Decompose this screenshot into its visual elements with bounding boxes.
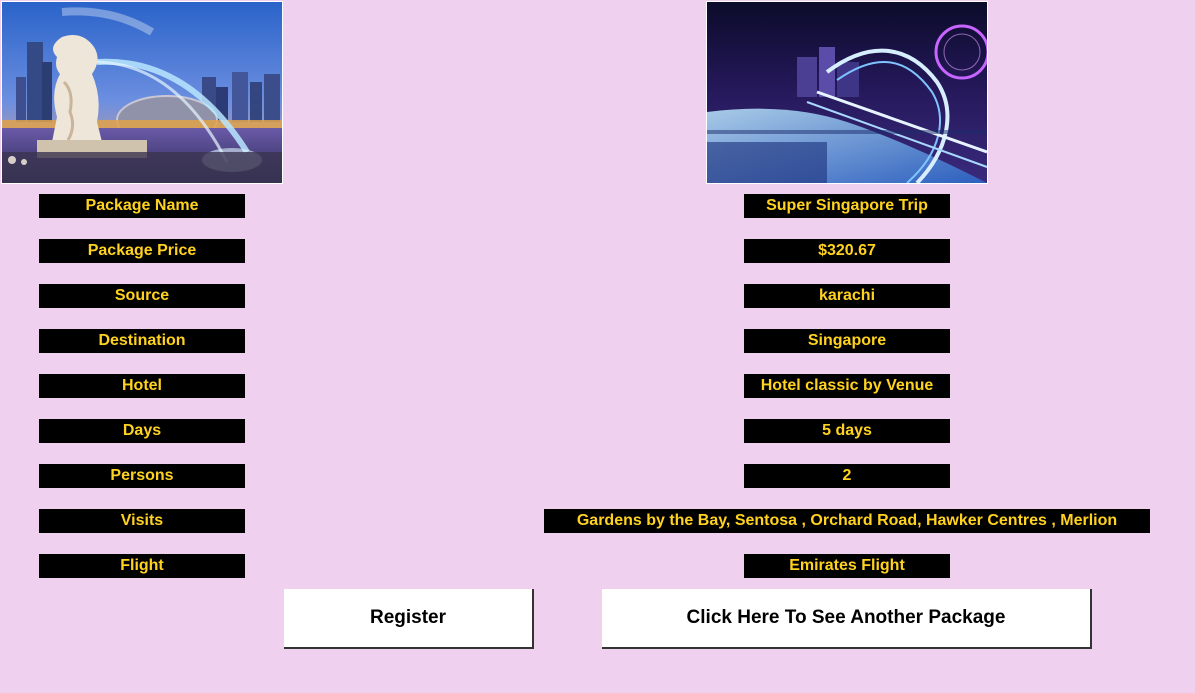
package-price-label: Package Price bbox=[39, 239, 245, 263]
days-label: Days bbox=[39, 419, 245, 443]
days-value: 5 days bbox=[744, 419, 950, 443]
another-package-button[interactable]: Click Here To See Another Package bbox=[602, 589, 1092, 649]
visits-label: Visits bbox=[39, 509, 245, 533]
package-name-value: Super Singapore Trip bbox=[744, 194, 950, 218]
package-price-value: $320.67 bbox=[744, 239, 950, 263]
flight-label: Flight bbox=[39, 554, 245, 578]
hotel-value: Hotel classic by Venue bbox=[744, 374, 950, 398]
helix-bridge-photo bbox=[706, 1, 988, 184]
source-label: Source bbox=[39, 284, 245, 308]
flight-value: Emirates Flight bbox=[744, 554, 950, 578]
destination-value: Singapore bbox=[744, 329, 950, 353]
persons-value: 2 bbox=[744, 464, 950, 488]
register-button[interactable]: Register bbox=[284, 589, 534, 649]
merlion-photo bbox=[1, 1, 283, 184]
destination-label: Destination bbox=[39, 329, 245, 353]
visits-value: Gardens by the Bay, Sentosa , Orchard Ro… bbox=[544, 509, 1150, 533]
package-name-label: Package Name bbox=[39, 194, 245, 218]
hotel-label: Hotel bbox=[39, 374, 245, 398]
source-value: karachi bbox=[744, 284, 950, 308]
persons-label: Persons bbox=[39, 464, 245, 488]
